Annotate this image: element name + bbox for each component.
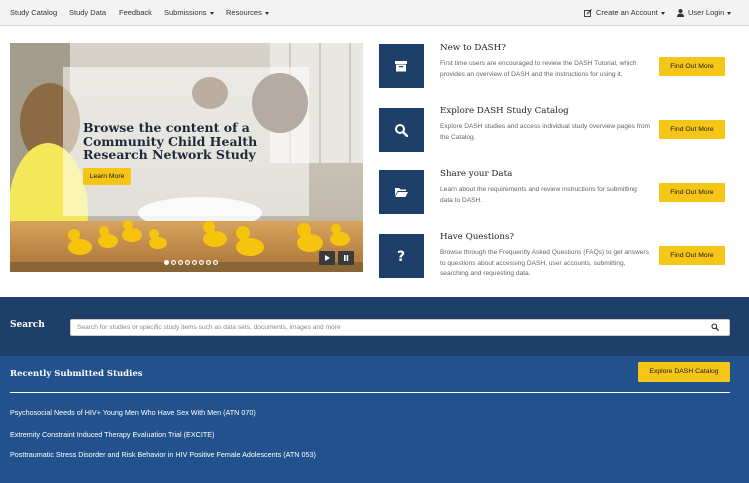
- search-input[interactable]: [70, 319, 730, 336]
- nav-feedback[interactable]: Feedback: [119, 8, 152, 17]
- nav-resources-label: Resources: [226, 8, 262, 17]
- find-out-more-new-button[interactable]: Find Out More: [659, 57, 725, 76]
- study-link[interactable]: Extremity Constraint Induced Therapy Eva…: [10, 430, 214, 439]
- nav-study-catalog[interactable]: Study Catalog: [10, 8, 57, 17]
- carousel-pause-button[interactable]: [338, 251, 354, 265]
- folder-open-icon: [395, 188, 408, 197]
- carousel-dot-6[interactable]: [199, 260, 204, 265]
- feature-explore-description: Explore DASH studies and access individu…: [440, 123, 651, 141]
- user-icon: [677, 9, 684, 18]
- learn-more-button[interactable]: Learn More: [83, 168, 131, 185]
- find-out-more-questions-button[interactable]: Find Out More: [659, 246, 725, 265]
- search-icon[interactable]: [711, 323, 719, 331]
- question-icon: ?: [397, 249, 405, 263]
- edit-icon: [584, 9, 592, 17]
- nav-study-data[interactable]: Study Data: [69, 8, 106, 17]
- chevron-down-icon: [660, 11, 665, 15]
- feature-new-icon-tile: [379, 44, 424, 88]
- create-account-dropdown[interactable]: Create an Account: [584, 8, 665, 17]
- feature-questions-icon-tile: ?: [379, 234, 424, 278]
- carousel-caption-title: Browse the content of a Community Child …: [83, 120, 258, 162]
- feature-questions-title: Have Questions?: [440, 232, 515, 242]
- feature-explore-icon-tile: [379, 108, 424, 152]
- chevron-down-icon: [727, 11, 732, 15]
- nav-resources-dropdown[interactable]: Resources: [226, 8, 269, 17]
- carousel-dot-4[interactable]: [185, 260, 190, 265]
- feature-explore-title: Explore DASH Study Catalog: [440, 106, 569, 116]
- user-login-label: User Login: [688, 8, 725, 17]
- nav-submissions-label: Submissions: [164, 8, 207, 17]
- feature-share-icon-tile: [379, 170, 424, 214]
- archive-box-icon: [395, 61, 407, 72]
- top-navigation-bar: Study Catalog Study Data Feedback Submis…: [0, 0, 749, 26]
- play-icon: [325, 255, 330, 261]
- find-out-more-share-button[interactable]: Find Out More: [659, 183, 725, 202]
- feature-questions-description: Browse through the Frequently Asked Ques…: [440, 249, 649, 277]
- carousel-dot-3[interactable]: [178, 260, 183, 265]
- chevron-down-icon: [209, 11, 214, 15]
- feature-new-title: New to DASH?: [440, 43, 506, 53]
- chevron-down-icon: [264, 11, 269, 15]
- svg-text:?: ?: [397, 249, 405, 263]
- pause-icon: [344, 255, 349, 261]
- user-login-dropdown[interactable]: User Login: [677, 8, 732, 18]
- find-out-more-explore-button[interactable]: Find Out More: [659, 120, 725, 139]
- explore-dash-catalog-button[interactable]: Explore DASH Catalog: [638, 362, 730, 382]
- create-account-label: Create an Account: [596, 8, 658, 17]
- carousel-dot-5[interactable]: [192, 260, 197, 265]
- divider: [10, 392, 730, 393]
- feature-new-description: First time users are encouraged to revie…: [440, 60, 637, 78]
- search-icon: [395, 124, 408, 137]
- feature-share-title: Share your Data: [440, 169, 513, 179]
- nav-submissions-dropdown[interactable]: Submissions: [164, 8, 214, 17]
- carousel-dot-1[interactable]: [164, 260, 169, 265]
- carousel-dot-8[interactable]: [213, 260, 218, 265]
- carousel-play-button[interactable]: [319, 251, 335, 265]
- study-link[interactable]: Posttraumatic Stress Disorder and Risk B…: [10, 450, 316, 459]
- study-link[interactable]: Psychosocial Needs of HIV+ Young Men Who…: [10, 408, 256, 417]
- carousel-dot-7[interactable]: [206, 260, 211, 265]
- search-label: Search: [10, 320, 45, 330]
- carousel-dot-2[interactable]: [171, 260, 176, 265]
- feature-share-description: Learn about the requirements and review …: [440, 186, 637, 204]
- recent-studies-title: Recently Submitted Studies: [10, 369, 143, 379]
